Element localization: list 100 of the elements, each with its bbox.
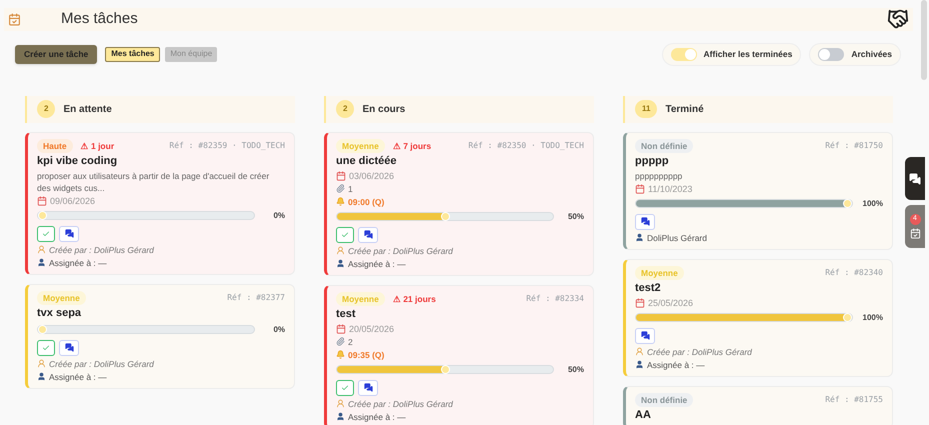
column-title: Terminé: [665, 102, 704, 116]
task-card[interactable]: Moyenne Réf : #82377 tvx sepa 0% Créée par : DoliPlus Gérard Assignée à : —: [25, 284, 295, 388]
paperclip-icon: [336, 337, 345, 346]
priority-tag: Moyenne: [336, 138, 385, 152]
toggle-switch[interactable]: [818, 48, 844, 60]
chat-icon: [64, 229, 74, 238]
calendar-icon: [336, 324, 346, 334]
progress-handle[interactable]: [38, 211, 47, 220]
creator-text: Créée par : DoliPlus Gérard: [49, 358, 154, 370]
task-title: kpi vibe coding: [37, 154, 118, 168]
chat-icon: [640, 331, 650, 340]
task-card[interactable]: Non définie Réf : #81755 AA: [623, 386, 893, 425]
task-title: tvx sepa: [37, 306, 82, 320]
assignee-text: Assignée à : —: [348, 410, 406, 422]
reference-text: Réf : #82340: [825, 266, 883, 278]
person-icon: [37, 359, 46, 368]
task-title: une dictéée: [336, 154, 398, 168]
view-tab[interactable]: Mes tâches: [105, 46, 160, 62]
complete-button[interactable]: [336, 380, 354, 396]
comments-button[interactable]: [635, 214, 655, 230]
column-title: En cours: [362, 102, 406, 116]
progress-percent: 100%: [862, 312, 883, 324]
calendar-icon: [336, 170, 346, 180]
handshake-icon[interactable]: [887, 8, 909, 30]
progress-percent: 100%: [862, 198, 883, 210]
chat-icon: [64, 343, 74, 352]
reference-text: Réf : #81750: [825, 140, 883, 152]
priority-tag: Moyenne: [336, 292, 385, 306]
priority-tag: Haute: [37, 138, 73, 152]
comments-button[interactable]: [59, 340, 79, 356]
count-badge: 2: [37, 100, 56, 118]
user-icon: [635, 360, 644, 369]
reference-text: Réf : #82359 · TODO_TECH: [169, 140, 285, 152]
creator-text: Créée par : DoliPlus Gérard: [647, 346, 752, 358]
calendar-check-icon: [910, 228, 920, 239]
progress-handle[interactable]: [440, 212, 450, 221]
priority-tag: Moyenne: [635, 266, 684, 280]
creator-text: Créée par : DoliPlus Gérard: [348, 244, 453, 256]
calendar-icon: [37, 196, 47, 206]
task-card[interactable]: Non définie Réf : #81750 ppppp pppppppppp 11/10/2023 100% DoliPlus Gérard: [623, 132, 893, 250]
bell-icon: [336, 197, 345, 206]
due-date: 25/05/2026: [648, 296, 694, 308]
toggle-switch[interactable]: [670, 48, 697, 60]
progress-percent: 0%: [272, 324, 285, 336]
assignee-text: Assignée à : —: [49, 256, 107, 268]
check-icon: [341, 230, 349, 238]
task-title: test: [336, 306, 357, 322]
assignee-text: Assignée à : —: [49, 370, 107, 382]
task-card[interactable]: Haute ⚠ 1 jour Réf : #82359 · TODO_TECH kpi vibe coding proposer aux utilisateurs à partir de la page d'accueil de créer des widgets cus... 09/06/2026 0% Créée par : DoliPlus Gérard Assignée à : —: [25, 132, 295, 274]
chat-side-tab[interactable]: [905, 157, 925, 200]
chat-icon: [364, 383, 372, 392]
chat-icon: [909, 172, 921, 184]
progress-handle[interactable]: [440, 365, 450, 374]
reference-text: Réf : #81755: [825, 394, 883, 406]
task-card[interactable]: Moyenne ⚠ 21 jours Réf : #82334 test 20/05/2026 2 09:35 (Q) 50% Créée par : DoliPlus Gérard Assignée à : —: [324, 284, 594, 425]
progress-handle[interactable]: [843, 313, 852, 322]
assignee-text: DoliPlus Gérard: [647, 232, 707, 244]
paperclip-icon: [336, 184, 345, 193]
progress-handle[interactable]: [843, 199, 852, 208]
chat-icon: [640, 217, 650, 226]
complete-button[interactable]: [37, 340, 55, 356]
column-title: En attente: [63, 102, 112, 116]
overdue-label: ⚠ 21 jours: [392, 292, 436, 304]
complete-button[interactable]: [37, 226, 55, 242]
progress-percent: 0%: [272, 210, 285, 222]
task-card[interactable]: Moyenne Réf : #82340 test2 25/05/2026 100% Créée par : DoliPlus Gérard Assignée à : —: [623, 258, 893, 376]
overdue-label: ⚠ 7 jours: [392, 140, 432, 152]
progress-percent: 50%: [566, 364, 584, 376]
task-title: ppppp: [635, 154, 670, 168]
attachment-count: 1: [348, 182, 353, 194]
reminder-time: 09:00 (Q): [348, 196, 384, 208]
person-icon: [336, 399, 345, 408]
comments-button[interactable]: [59, 226, 79, 242]
creator-text: Créée par : DoliPlus Gérard: [348, 398, 453, 410]
assignee-text: Assignée à : —: [647, 358, 705, 370]
comments-button[interactable]: [358, 380, 378, 396]
reference-text: Réf : #82350 · TODO_TECH: [468, 140, 584, 152]
reminder-time: 09:35 (Q): [348, 348, 384, 360]
task-card[interactable]: Moyenne ⚠ 7 jours Réf : #82350 · TODO_TECH une dictéée 03/06/2026 1 09:00 (Q) 50% Créée par : DoliPlus Gérard Assignée à : —: [324, 132, 594, 276]
person-icon: [37, 245, 46, 254]
priority-tag: Moyenne: [37, 290, 86, 304]
bell-icon: [336, 350, 345, 359]
reference-text: Réf : #82377: [227, 292, 285, 304]
comments-button[interactable]: [635, 328, 655, 344]
progress-handle[interactable]: [38, 325, 47, 334]
attachment-count: 2: [348, 336, 353, 348]
comments-button[interactable]: [358, 226, 378, 242]
user-icon: [37, 258, 46, 267]
due-date: 20/05/2026: [349, 322, 394, 334]
complete-button[interactable]: [336, 226, 354, 242]
creator-text: Créée par : DoliPlus Gérard: [49, 244, 154, 256]
user-icon: [635, 233, 644, 242]
user-icon: [37, 372, 46, 381]
count-badge: 11: [635, 100, 658, 118]
person-icon: [635, 347, 644, 356]
calendar-icon: [635, 184, 645, 194]
due-date: 11/10/2023: [648, 182, 692, 194]
check-icon: [42, 230, 50, 238]
overdue-label: ⚠ 1 jour: [80, 140, 114, 152]
reference-text: Réf : #82334: [526, 292, 584, 304]
